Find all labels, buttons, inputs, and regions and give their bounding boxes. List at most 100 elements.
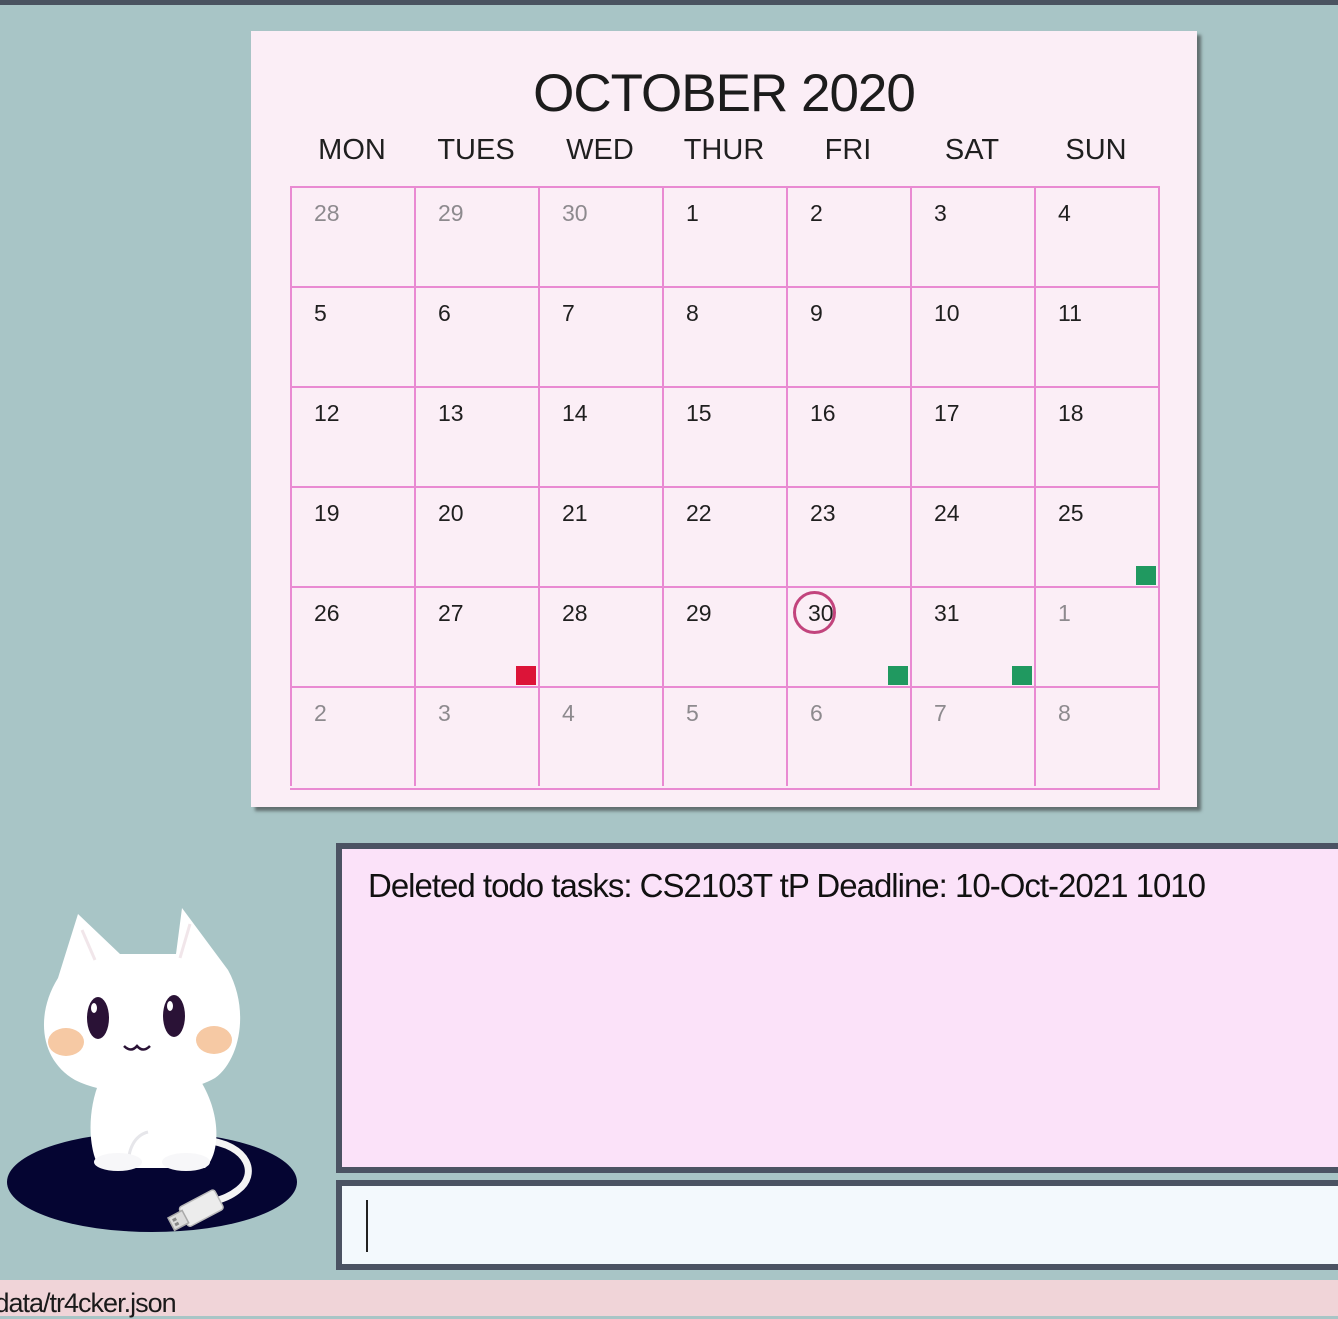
calendar-day-number: 23 <box>810 500 836 526</box>
calendar-day-number: 17 <box>934 400 960 426</box>
calendar-day-cell[interactable]: 11 <box>1034 286 1158 386</box>
calendar-day-number: 24 <box>934 500 960 526</box>
calendar-day-cell[interactable]: 16 <box>786 386 910 486</box>
calendar-day-cell[interactable]: 2 <box>786 186 910 286</box>
calendar-day-cell[interactable]: 1 <box>1034 586 1158 686</box>
calendar-day-cell[interactable]: 3 <box>910 186 1034 286</box>
calendar-day-number: 31 <box>934 600 960 626</box>
calendar-day-cell[interactable]: 31 <box>910 586 1034 686</box>
command-box[interactable] <box>336 1180 1338 1270</box>
calendar-day-cell[interactable]: 19 <box>290 486 414 586</box>
calendar-day-cell[interactable]: 23 <box>786 486 910 586</box>
calendar-day-cell[interactable]: 24 <box>910 486 1034 586</box>
weekday-sun: SUN <box>1065 134 1127 166</box>
calendar-day-number: 4 <box>562 700 575 726</box>
result-display: Deleted todo tasks: CS2103T tP Deadline:… <box>336 843 1338 1173</box>
calendar-day-cell[interactable]: 20 <box>414 486 538 586</box>
calendar-day-cell[interactable]: 3 <box>414 686 538 786</box>
calendar-day-number: 27 <box>438 600 464 626</box>
calendar-grid: 28 29 30 1 2 3 4 5 6 7 8 9 10 11 12 13 14 15 16 17 18 19 20 21 2… <box>290 186 1160 790</box>
calendar-day-number: 16 <box>810 400 836 426</box>
cat-mascot-icon <box>0 900 310 1240</box>
save-file-path: /data/tr4cker.json <box>0 1288 177 1318</box>
calendar-day-cell[interactable]: 25 <box>1034 486 1158 586</box>
calendar-day-cell[interactable]: 18 <box>1034 386 1158 486</box>
calendar-day-cell[interactable]: 17 <box>910 386 1034 486</box>
task-marker-done <box>1012 666 1032 685</box>
calendar-day-number: 5 <box>686 700 699 726</box>
calendar-day-cell[interactable]: 27 <box>414 586 538 686</box>
calendar-day-cell[interactable]: 5 <box>662 686 786 786</box>
calendar-day-cell[interactable]: 2 <box>290 686 414 786</box>
task-marker-pending <box>516 666 536 685</box>
calendar-day-number: 28 <box>314 200 340 226</box>
calendar-day-number: 28 <box>562 600 588 626</box>
calendar-day-cell[interactable]: 6 <box>786 686 910 786</box>
calendar-day-cell[interactable]: 29 <box>662 586 786 686</box>
calendar-day-cell[interactable]: 13 <box>414 386 538 486</box>
calendar-day-number: 3 <box>934 200 947 226</box>
calendar-day-cell[interactable]: 8 <box>662 286 786 386</box>
calendar-day-cell[interactable]: 8 <box>1034 686 1158 786</box>
calendar-day-number: 8 <box>1058 700 1071 726</box>
calendar-day-cell[interactable]: 28 <box>538 586 662 686</box>
calendar-day-cell[interactable]: 26 <box>290 586 414 686</box>
weekday-header: MON TUES WED THUR FRI SAT SUN <box>290 132 1158 168</box>
calendar-day-cell[interactable]: 5 <box>290 286 414 386</box>
calendar-day-number: 1 <box>686 200 699 226</box>
task-marker-done <box>1136 566 1156 585</box>
status-bar: /data/tr4cker.json <box>0 1280 1338 1318</box>
result-message: Deleted todo tasks: CS2103T tP Deadline:… <box>368 867 1206 904</box>
calendar-day-cell[interactable]: 28 <box>290 186 414 286</box>
calendar-day-number: 25 <box>1058 500 1084 526</box>
calendar-day-number: 9 <box>810 300 823 326</box>
calendar-day-number: 11 <box>1058 300 1082 326</box>
calendar-day-number: 12 <box>314 400 340 426</box>
calendar-day-number: 15 <box>686 400 712 426</box>
calendar-title: OCTOBER 2020 <box>533 64 916 123</box>
calendar-day-cell[interactable]: 7 <box>538 286 662 386</box>
calendar-day-number: 1 <box>1058 600 1071 626</box>
calendar-day-cell[interactable]: 15 <box>662 386 786 486</box>
calendar-day-cell[interactable]: 12 <box>290 386 414 486</box>
calendar-day-number: 22 <box>686 500 712 526</box>
calendar-day-number: 20 <box>438 500 464 526</box>
calendar-day-number: 2 <box>314 700 327 726</box>
weekday-thu: THUR <box>683 134 765 166</box>
window-top-border <box>0 0 1338 5</box>
calendar-day-number: 2 <box>810 200 823 226</box>
calendar-day-number: 19 <box>314 500 340 526</box>
calendar-day-cell[interactable]: 4 <box>1034 186 1158 286</box>
calendar-day-number: 8 <box>686 300 699 326</box>
calendar-day-number: 30 <box>562 200 588 226</box>
calendar-day-cell[interactable]: 4 <box>538 686 662 786</box>
calendar-day-cell[interactable]: 29 <box>414 186 538 286</box>
calendar-day-number: 29 <box>686 600 712 626</box>
calendar-day-cell[interactable]: 1 <box>662 186 786 286</box>
calendar-day-number: 26 <box>314 600 340 626</box>
calendar-day-cell[interactable]: 14 <box>538 386 662 486</box>
calendar-day-number: 5 <box>314 300 327 326</box>
calendar-day-cell[interactable]: 6 <box>414 286 538 386</box>
calendar-day-number: 3 <box>438 700 451 726</box>
calendar-day-cell[interactable]: 7 <box>910 686 1034 786</box>
weekday-tue: TUES <box>437 134 515 166</box>
task-marker-done <box>888 666 908 685</box>
weekday-sat: SAT <box>944 134 1000 166</box>
calendar-day-number: 14 <box>562 400 588 426</box>
calendar-day-cell[interactable]: 22 <box>662 486 786 586</box>
calendar-day-cell[interactable]: 30 <box>786 586 910 686</box>
text-caret <box>366 1200 368 1252</box>
calendar-day-cell[interactable]: 21 <box>538 486 662 586</box>
weekday-wed: WED <box>566 134 634 166</box>
calendar-day-number: 13 <box>438 400 464 426</box>
calendar-panel: OCTOBER 2020 MON TUES WED THUR FRI SAT S… <box>251 31 1197 807</box>
calendar-day-number: 4 <box>1058 200 1071 226</box>
command-input[interactable] <box>362 1200 1330 1252</box>
calendar-day-cell[interactable]: 9 <box>786 286 910 386</box>
calendar-day-number: 29 <box>438 200 464 226</box>
calendar-day-number: 7 <box>934 700 947 726</box>
calendar-day-number: 6 <box>810 700 823 726</box>
calendar-day-cell[interactable]: 10 <box>910 286 1034 386</box>
calendar-day-cell[interactable]: 30 <box>538 186 662 286</box>
